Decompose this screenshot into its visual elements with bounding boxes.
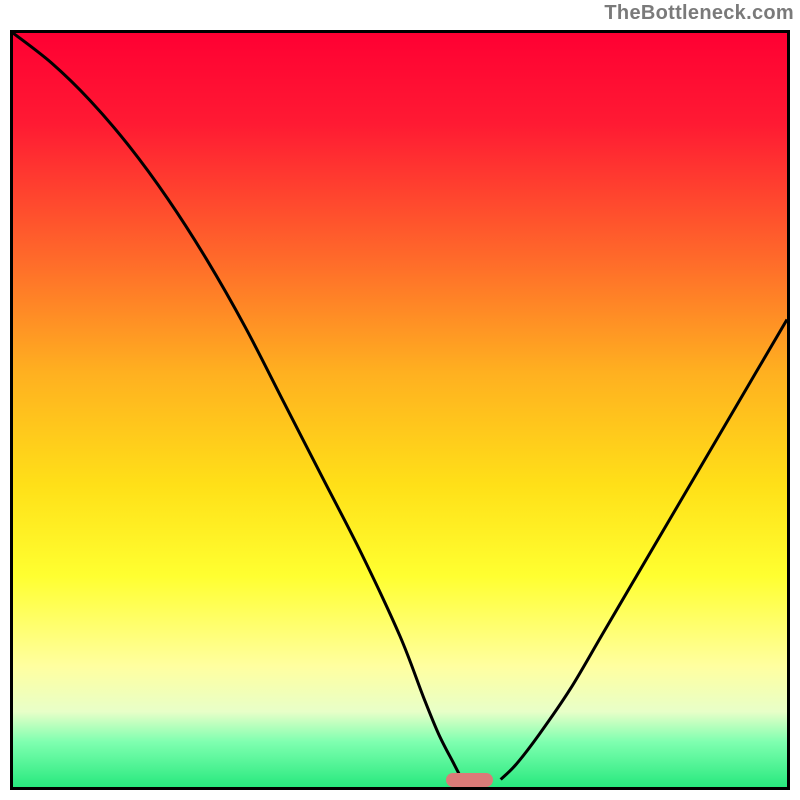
chart-stage: TheBottleneck.com [0, 0, 800, 800]
curve-right-path [501, 320, 787, 780]
watermark-text: TheBottleneck.com [604, 2, 794, 25]
bottleneck-curve [13, 33, 787, 787]
plot-area [10, 30, 790, 790]
curve-left-path [13, 33, 462, 779]
optimum-marker [446, 773, 492, 787]
